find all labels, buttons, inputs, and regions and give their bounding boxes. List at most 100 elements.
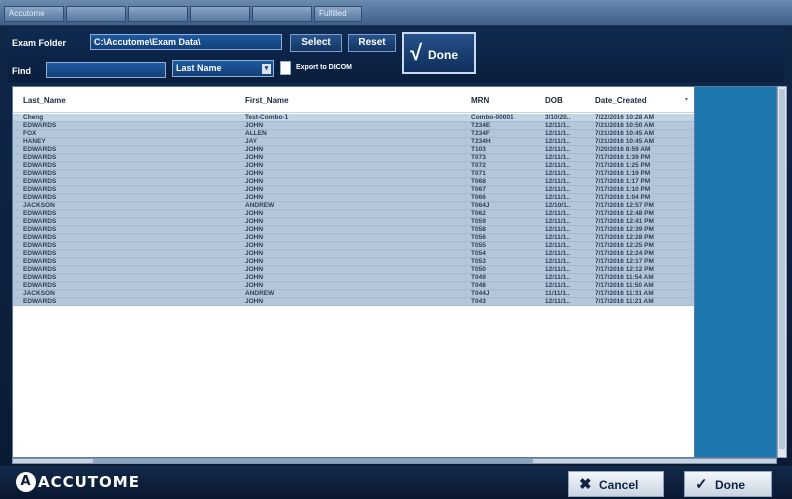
cell-last-name: EDWARDS: [23, 178, 57, 185]
table-row[interactable]: EDWARDS JOHN T068 12/11/1.. 7/17/2016 1:17 P…: [13, 178, 694, 186]
cell-dob: 12/11/1..: [545, 210, 570, 217]
search-field-value: Last Name: [176, 63, 222, 73]
table-row[interactable]: EDWARDS JOHN T056 12/11/1.. 7/17/2016 12:28 …: [13, 234, 694, 242]
table-row[interactable]: EDWARDS JOHN T054 12/11/1.. 7/17/2016 12:24 …: [13, 250, 694, 258]
reset-button[interactable]: Reset: [348, 34, 396, 52]
table-row[interactable]: EDWARDS JOHN T066 12/11/1.. 7/17/2016 1:04 P…: [13, 194, 694, 202]
table-row[interactable]: JACKSON ANDREW T064J 12/10/1.. 7/17/2016 12:…: [13, 202, 694, 210]
cell-last-name: EDWARDS: [23, 186, 57, 193]
table-row[interactable]: Cheng Test-Combo-1 Combo-00001 3/10/20.. 7/2…: [13, 114, 694, 122]
table-row[interactable]: EDWARDS JOHN T049 12/11/1.. 7/17/2016 11:54 …: [13, 274, 694, 282]
exam-folder-field[interactable]: C:\Accutome\Exam Data\: [90, 34, 282, 50]
cell-last-name: EDWARDS: [23, 194, 57, 201]
table-row[interactable]: EDWARDS JOHN T059 12/11/1.. 7/17/2016 12:41 …: [13, 218, 694, 226]
cell-last-name: EDWARDS: [23, 170, 57, 177]
cell-dob: 12/11/1..: [545, 170, 570, 177]
cell-date-created: 7/17/2016 1:17 PM: [595, 178, 651, 185]
table-row[interactable]: EDWARDS JOHN T043 12/11/1.. 7/17/2016 11:21 …: [13, 298, 694, 306]
chevron-down-icon: ▾: [262, 64, 271, 74]
cell-dob: 12/11/1..: [545, 130, 570, 137]
table-row[interactable]: EDWARDS JOHN T048 12/11/1.. 7/17/2016 11:50 …: [13, 282, 694, 290]
table-row[interactable]: EDWARDS JOHN T072 12/11/1.. 7/17/2016 1:25 P…: [13, 162, 694, 170]
cell-date-created: 7/17/2016 1:25 PM: [595, 162, 651, 169]
cell-mrn: T068: [471, 178, 486, 185]
tab-3[interactable]: [128, 6, 188, 22]
horizontal-scroll-thumb[interactable]: [93, 459, 533, 463]
table-row[interactable]: JACKSON ANDREW T044J 11/11/1.. 7/17/2016 11:…: [13, 290, 694, 298]
cell-dob: 12/11/1..: [545, 282, 570, 289]
title-tab-strip: Accutome Fulfilled: [0, 0, 792, 26]
done-button-bottom[interactable]: ✓ Done: [684, 471, 772, 497]
cell-mrn: T050: [471, 266, 486, 273]
column-header-last-name[interactable]: Last_Name: [23, 96, 66, 105]
cell-last-name: EDWARDS: [23, 282, 57, 289]
cell-date-created: 7/17/2016 12:17 PM: [595, 258, 654, 265]
cell-date-created: 7/17/2016 1:04 PM: [595, 194, 651, 201]
table-row[interactable]: EDWARDS JOHN T050 12/11/1.. 7/17/2016 12:12 …: [13, 266, 694, 274]
column-header-mrn[interactable]: MRN: [471, 96, 489, 105]
tab-5[interactable]: [252, 6, 312, 22]
export-label: Export to DICOM: [296, 64, 352, 71]
table-row[interactable]: EDWARDS JOHN T055 12/11/1.. 7/17/2016 12:25 …: [13, 242, 694, 250]
column-header-dob[interactable]: DOB: [545, 96, 563, 105]
cell-first-name: JOHN: [245, 226, 264, 233]
cell-date-created: 7/17/2016 12:24 PM: [595, 250, 654, 257]
search-field-select[interactable]: Last Name ▾: [172, 60, 274, 77]
table-row[interactable]: HANEY JAY T234H 12/11/1.. 7/21/2016 10:45 AM: [13, 138, 694, 146]
cell-first-name: JOHN: [245, 210, 264, 217]
tab-accutome[interactable]: Accutome: [4, 6, 64, 22]
cell-dob: 12/11/1..: [545, 154, 570, 161]
table-row[interactable]: EDWARDS JOHN T062 12/11/1.. 7/17/2016 12:48 …: [13, 210, 694, 218]
vertical-scrollbar[interactable]: [777, 86, 787, 458]
export-dicom-button[interactable]: Export to DICOM: [280, 61, 392, 77]
cell-first-name: JOHN: [245, 186, 264, 193]
cell-dob: 12/11/1..: [545, 218, 570, 225]
column-header-first-name[interactable]: First_Name: [245, 96, 289, 105]
cell-last-name: JACKSON: [23, 290, 55, 297]
vertical-scroll-thumb[interactable]: [779, 89, 785, 449]
find-label: Find: [12, 66, 31, 76]
cell-mrn: T103: [471, 146, 486, 153]
exam-browser-window: Accutome Fulfilled Exam Folder C:\Accuto…: [0, 0, 792, 499]
cell-mrn: T043: [471, 298, 486, 305]
checkmark-icon: √: [410, 40, 423, 65]
cell-dob: 12/11/1..: [545, 178, 570, 185]
tab-fulfilled[interactable]: Fulfilled: [314, 6, 362, 22]
table-row[interactable]: EDWARDS JOHN T103 12/11/1.. 7/20/2016 8:59 A…: [13, 146, 694, 154]
done-label: Done: [428, 48, 458, 62]
cell-dob: 12/11/1..: [545, 122, 570, 129]
table-row[interactable]: EDWARDS JOHN T071 12/11/1.. 7/17/2016 1:19 P…: [13, 170, 694, 178]
cell-dob: 12/11/1..: [545, 226, 570, 233]
cancel-button[interactable]: ✖ Cancel: [568, 471, 664, 497]
cell-first-name: JOHN: [245, 242, 264, 249]
close-icon: ✖: [579, 476, 592, 493]
table-row[interactable]: EDWARDS JOHN T058 12/11/1.. 7/17/2016 12:39 …: [13, 226, 694, 234]
table-row[interactable]: EDWARDS JOHN T053 12/11/1.. 7/17/2016 12:17 …: [13, 258, 694, 266]
table-row[interactable]: FOX ALLEN T234F 12/11/1.. 7/21/2016 10:45 AM: [13, 130, 694, 138]
cell-first-name: JOHN: [245, 298, 264, 305]
cell-dob: 12/11/1..: [545, 194, 570, 201]
done-button-top[interactable]: √ Done: [402, 32, 476, 74]
cell-dob: 12/11/1..: [545, 274, 570, 281]
select-button[interactable]: Select: [290, 34, 342, 52]
cell-first-name: ANDREW: [245, 202, 275, 209]
table-row[interactable]: EDWARDS JOHN T067 12/11/1.. 7/17/2016 1:10 P…: [13, 186, 694, 194]
cell-last-name: EDWARDS: [23, 154, 57, 161]
cell-date-created: 7/17/2016 12:12 PM: [595, 266, 654, 273]
table-row[interactable]: EDWARDS JOHN T234E 12/11/1.. 7/21/2016 10:50…: [13, 122, 694, 130]
cell-mrn: T071: [471, 170, 486, 177]
cell-last-name: EDWARDS: [23, 274, 57, 281]
cell-dob: 12/11/1..: [545, 298, 570, 305]
find-input[interactable]: [46, 62, 166, 78]
cell-date-created: 7/22/2016 10:28 AM: [595, 114, 655, 121]
tab-2[interactable]: [66, 6, 126, 22]
table-row[interactable]: EDWARDS JOHN T073 12/11/1.. 7/17/2016 1:39 P…: [13, 154, 694, 162]
tab-4[interactable]: [190, 6, 250, 22]
cell-date-created: 7/17/2016 12:28 PM: [595, 234, 654, 241]
cell-first-name: JOHN: [245, 250, 264, 257]
cell-date-created: 7/17/2016 1:19 PM: [595, 170, 651, 177]
column-header-date-created[interactable]: Date_Created: [595, 96, 647, 105]
cell-dob: 12/11/1..: [545, 186, 570, 193]
cell-first-name: JOHN: [245, 282, 264, 289]
horizontal-scrollbar[interactable]: [12, 458, 777, 464]
